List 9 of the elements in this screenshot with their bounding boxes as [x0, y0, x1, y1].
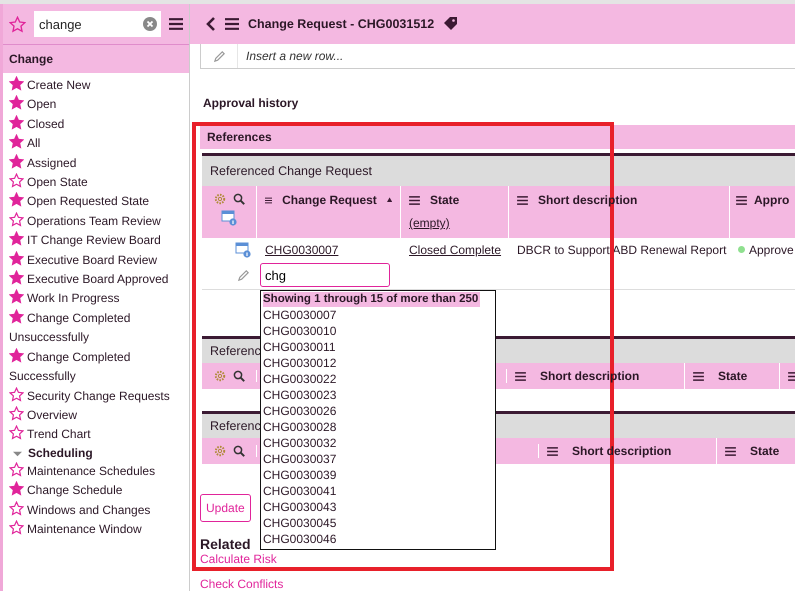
section-header: Change — [3, 44, 189, 73]
record-title: Change Request - CHG0031512 — [248, 17, 434, 31]
results-summary: Showing 1 through 15 of more than 250 — [263, 292, 480, 307]
section-title: Approval history — [203, 96, 300, 110]
section-title: Related — [200, 536, 251, 552]
table-cell: Approve — [749, 242, 794, 256]
table-title: Referenced Change Request — [202, 156, 795, 186]
section-bar: References — [200, 125, 795, 149]
table-cell: DBCR to Support ABD Renewal Report — [517, 242, 726, 256]
